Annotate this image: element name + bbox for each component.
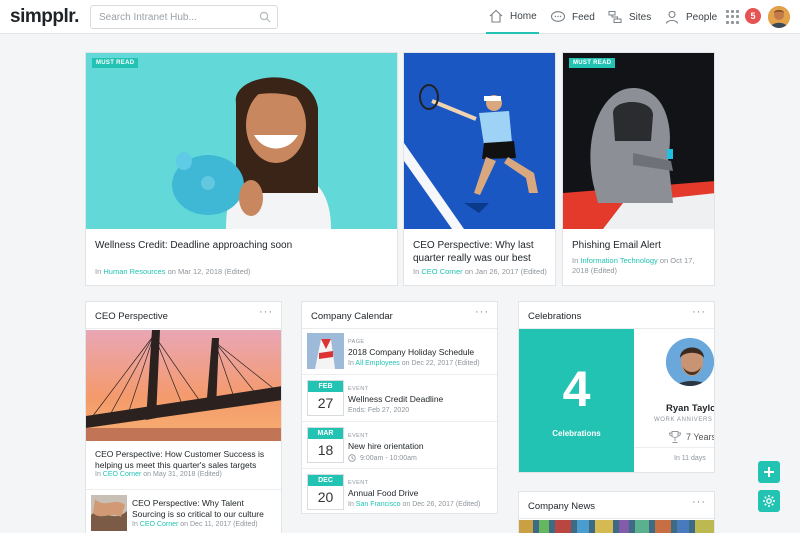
nav-home-label: Home xyxy=(510,10,537,22)
page-thumbnail xyxy=(307,333,344,369)
calendar-item-meta: In San Francisco on Dec 26, 2017 (Edited… xyxy=(348,501,481,508)
must-read-badge: MUST READ xyxy=(92,58,139,68)
nav-feed[interactable]: Feed xyxy=(550,0,595,34)
nav-people[interactable]: People xyxy=(664,0,717,34)
ceo-article-meta: In CEO Corner on Dec 11, 2017 (Edited) xyxy=(132,521,258,528)
featured-image-hacker[interactable]: MUST READ xyxy=(563,53,714,229)
sites-icon xyxy=(608,11,622,23)
featured-title[interactable]: Wellness Credit: Deadline approaching so… xyxy=(95,239,385,252)
top-navigation-bar: simpplr. Home Feed Sites People 5 xyxy=(0,0,800,34)
add-content-button[interactable] xyxy=(758,461,780,483)
must-read-badge: MUST READ xyxy=(569,58,616,68)
featured-image-tennis[interactable] xyxy=(404,53,555,229)
celebrations-count: 4 xyxy=(562,361,591,417)
calendar-item[interactable]: DEC 20 EVENT Annual Food Drive In San Fr… xyxy=(302,470,497,513)
site-link[interactable]: CEO Corner xyxy=(103,471,142,478)
calendar-item[interactable]: PAGE 2018 Company Holiday Schedule In Al… xyxy=(302,329,497,375)
featured-meta: In CEO Corner on Jan 26, 2017 (Edited) xyxy=(413,267,547,276)
app-launcher-icon[interactable] xyxy=(726,10,740,24)
calendar-item[interactable]: MAR 18 EVENT New hire orientation 9:00am… xyxy=(302,423,497,469)
ceo-article-thumbnail[interactable] xyxy=(91,495,127,531)
widget-header: Celebrations ··· xyxy=(519,302,714,329)
widget-title: Company Calendar xyxy=(311,311,393,322)
nav-sites[interactable]: Sites xyxy=(607,0,651,34)
widget-header: Company Calendar ··· xyxy=(302,302,497,329)
ceo-perspective-widget: CEO Perspective ··· CEO Perspective: How… xyxy=(85,301,282,533)
event-date: FEB 27 xyxy=(307,380,344,416)
notification-badge[interactable]: 5 xyxy=(745,8,761,24)
user-avatar[interactable] xyxy=(768,6,790,28)
event-date: DEC 20 xyxy=(307,474,344,510)
search-icon[interactable] xyxy=(259,11,271,23)
featured-card-ceo[interactable]: CEO Perspective: Why last quarter really… xyxy=(403,52,556,286)
anniversary-years: 7 Years xyxy=(668,430,714,444)
bridge-image[interactable] xyxy=(86,330,281,441)
widget-title: Company News xyxy=(528,501,596,512)
featured-title[interactable]: CEO Perspective: Why last quarter really… xyxy=(413,239,551,265)
ceo-article-meta: In CEO Corner on May 31, 2018 (Edited) xyxy=(95,471,222,478)
news-image[interactable] xyxy=(519,520,714,533)
calendar-item[interactable]: FEB 27 EVENT Wellness Credit Deadline En… xyxy=(302,376,497,422)
gear-icon xyxy=(763,495,775,507)
search-box[interactable] xyxy=(90,5,278,29)
calendar-item-title[interactable]: Wellness Credit Deadline xyxy=(348,394,443,404)
company-news-widget: Company News ··· xyxy=(518,491,715,533)
celebration-card[interactable]: Ryan Taylor WORK ANNIVERS 7 Years In 11 … xyxy=(634,329,714,472)
person-icon xyxy=(665,10,679,24)
ceo-article-title[interactable]: CEO Perspective: How Customer Success is… xyxy=(95,449,277,471)
ceo-article-title[interactable]: CEO Perspective: Why Talent Sourcing is … xyxy=(132,498,278,520)
plus-icon xyxy=(764,467,774,477)
simpplr-logo[interactable]: simpplr. xyxy=(10,6,79,28)
site-link[interactable]: Human Resources xyxy=(103,267,165,276)
more-options-icon[interactable]: ··· xyxy=(692,496,706,508)
featured-image-wellness[interactable]: MUST READ xyxy=(86,53,397,229)
nav-feed-label: Feed xyxy=(572,11,595,23)
celebrations-count-tile[interactable]: 4 Celebrations xyxy=(519,329,634,472)
widget-header: Company News ··· xyxy=(519,492,714,519)
site-link[interactable]: CEO Corner xyxy=(140,521,179,528)
calendar-item-meta: Ends: Feb 27, 2020 xyxy=(348,407,410,414)
clock-icon xyxy=(348,454,356,462)
featured-title[interactable]: Phishing Email Alert xyxy=(572,239,710,252)
calendar-item-meta: In All Employees on Dec 22, 2017 (Edited… xyxy=(348,360,480,367)
celebration-type: WORK ANNIVERS xyxy=(654,417,713,423)
celebration-date: In 11 days xyxy=(674,455,706,462)
person-name[interactable]: Ryan Taylor xyxy=(666,403,714,414)
featured-meta: In Human Resources on Mar 12, 2018 (Edit… xyxy=(95,267,251,276)
featured-meta: In Information Technology on Oct 17, 201… xyxy=(572,256,695,275)
featured-card-phishing[interactable]: MUST READ Phishing Email Alert In Inform… xyxy=(562,52,715,286)
featured-card-wellness[interactable]: MUST READ Wellness Credit: Deadline appr… xyxy=(85,52,398,286)
widget-title: CEO Perspective xyxy=(95,311,168,322)
calendar-item-meta: 9:00am - 10:00am xyxy=(348,454,417,462)
company-calendar-widget: Company Calendar ··· PAGE 2018 Company H… xyxy=(301,301,498,514)
search-input[interactable] xyxy=(91,6,251,28)
celebrations-widget: Celebrations ··· 4 Celebrations Ryan Tay… xyxy=(518,301,715,473)
ryan-taylor-avatar xyxy=(664,336,714,388)
more-options-icon[interactable]: ··· xyxy=(692,306,706,318)
nav-home[interactable]: Home xyxy=(486,0,539,34)
widget-header: CEO Perspective ··· xyxy=(86,302,281,329)
widget-title: Celebrations xyxy=(528,311,582,322)
calendar-item-title[interactable]: New hire orientation xyxy=(348,441,424,451)
site-link[interactable]: San Francisco xyxy=(356,501,401,508)
site-link[interactable]: CEO Corner xyxy=(421,267,462,276)
nav-sites-label: Sites xyxy=(629,11,652,23)
chat-icon xyxy=(550,11,566,22)
more-options-icon[interactable]: ··· xyxy=(259,306,273,318)
more-options-icon[interactable]: ··· xyxy=(475,306,489,318)
trophy-icon xyxy=(669,431,681,443)
settings-button[interactable] xyxy=(758,490,780,512)
site-link[interactable]: Information Technology xyxy=(580,256,657,265)
celebrations-label: Celebrations xyxy=(552,429,601,438)
calendar-item-title[interactable]: Annual Food Drive xyxy=(348,488,418,498)
nav-people-label: People xyxy=(686,11,718,23)
calendar-item-title[interactable]: 2018 Company Holiday Schedule xyxy=(348,347,474,357)
event-date: MAR 18 xyxy=(307,427,344,463)
home-icon xyxy=(489,9,503,23)
site-link[interactable]: All Employees xyxy=(355,360,399,367)
